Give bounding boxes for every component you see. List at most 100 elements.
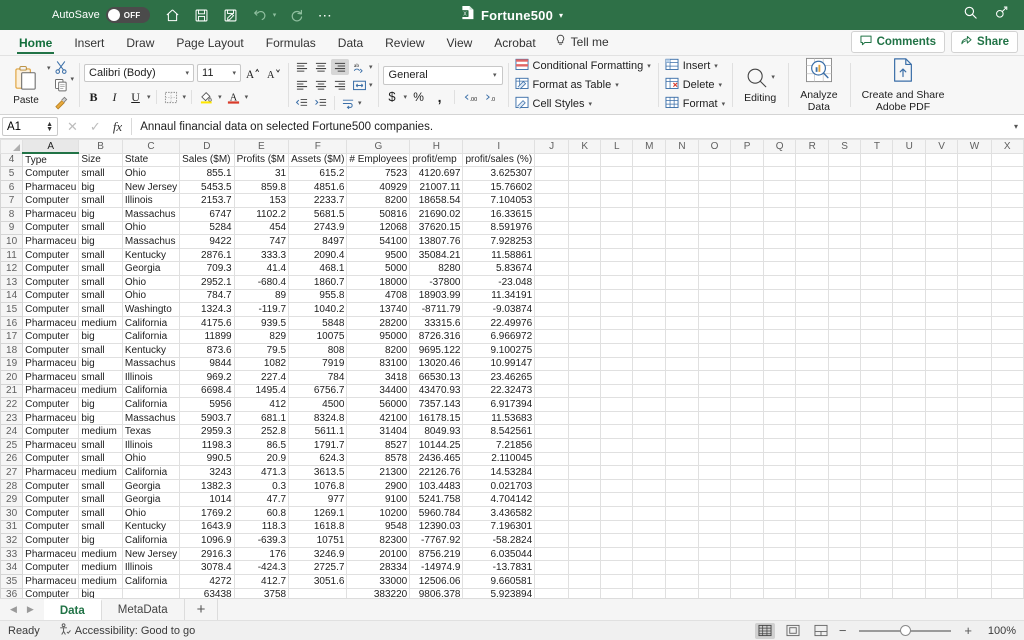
cell-I26[interactable]: 2.110045 [463,452,535,466]
cell-H17[interactable]: 8726.316 [410,330,463,344]
cell-I27[interactable]: 14.53284 [463,466,535,480]
cell-U9[interactable] [893,221,926,235]
cell-U4[interactable] [893,153,926,167]
cell-Q14[interactable] [763,289,796,303]
cell-A21[interactable]: Pharmaceu [23,384,79,398]
cell-S29[interactable] [828,493,860,507]
cell-K19[interactable] [569,357,601,371]
cell-J6[interactable] [535,180,569,194]
cell-E22[interactable]: 412 [234,398,288,412]
cell-C19[interactable]: Massachus [122,357,179,371]
cell-K32[interactable] [569,534,601,548]
cell-R4[interactable] [796,153,829,167]
cell-T16[interactable] [861,316,893,330]
cell-O11[interactable] [698,248,731,262]
cell-V10[interactable] [925,235,957,249]
cell-O21[interactable] [698,384,731,398]
cell-A12[interactable]: Computer [23,262,79,276]
cell-B29[interactable]: small [79,493,123,507]
cell-W31[interactable] [958,520,991,534]
cell-X35[interactable] [991,575,1023,589]
table-row[interactable]: 22ComputerbigCalifornia59564124500560007… [1,398,1024,412]
cell-C11[interactable]: Kentucky [122,248,179,262]
cell-G36[interactable]: 383220 [347,588,410,598]
cell-P8[interactable] [731,207,763,221]
cell-D29[interactable]: 1014 [180,493,234,507]
cell-K36[interactable] [569,588,601,598]
cell-S31[interactable] [828,520,860,534]
fill-color-chevron-down-icon[interactable]: ▾ [218,93,222,101]
share-button[interactable]: Share [951,31,1018,53]
cell-C24[interactable]: Texas [122,425,179,439]
cell-O6[interactable] [698,180,731,194]
name-box-spinner[interactable]: ▲▼ [46,122,53,132]
column-header-u[interactable]: U [893,140,926,154]
cell-K25[interactable] [569,439,601,453]
cell-V29[interactable] [925,493,957,507]
cell-V33[interactable] [925,547,957,561]
cell-L25[interactable] [601,439,633,453]
cell-H35[interactable]: 12506.06 [410,575,463,589]
cell-L11[interactable] [601,248,633,262]
cell-T5[interactable] [861,167,893,181]
cell-I6[interactable]: 15.76602 [463,180,535,194]
row-header-13[interactable]: 13 [1,275,23,289]
cell-M22[interactable] [633,398,666,412]
cell-O18[interactable] [698,343,731,357]
cell-W26[interactable] [958,452,991,466]
cell-O34[interactable] [698,561,731,575]
cell-E9[interactable]: 454 [234,221,288,235]
tell-me-box[interactable]: Tell me [547,31,617,55]
cell-C9[interactable]: Ohio [122,221,179,235]
cell-U7[interactable] [893,194,926,208]
cell-C33[interactable]: New Jersey [122,547,179,561]
cell-I13[interactable]: -23.048 [463,275,535,289]
cell-P15[interactable] [731,303,763,317]
table-row[interactable]: 36Computerbig6343837583832209806.3785.92… [1,588,1024,598]
cell-U23[interactable] [893,411,926,425]
cell-T25[interactable] [861,439,893,453]
cell-J26[interactable] [535,452,569,466]
cell-O36[interactable] [698,588,731,598]
cell-D32[interactable]: 1096.9 [180,534,234,548]
row-header-20[interactable]: 20 [1,371,23,385]
cell-H14[interactable]: 18903.99 [410,289,463,303]
cell-B9[interactable]: small [79,221,123,235]
cell-E18[interactable]: 79.5 [234,343,288,357]
cell-T34[interactable] [861,561,893,575]
cell-I5[interactable]: 3.625307 [463,167,535,181]
cell-Q15[interactable] [763,303,796,317]
cell-L14[interactable] [601,289,633,303]
cell-L23[interactable] [601,411,633,425]
cell-G4[interactable]: # Employees [347,153,410,167]
cell-I36[interactable]: 5.923894 [463,588,535,598]
cell-P10[interactable] [731,235,763,249]
cell-H19[interactable]: 13020.46 [410,357,463,371]
cell-O28[interactable] [698,479,731,493]
cell-P19[interactable] [731,357,763,371]
cell-U18[interactable] [893,343,926,357]
cell-C7[interactable]: Illinois [122,194,179,208]
cell-W13[interactable] [958,275,991,289]
cell-D9[interactable]: 5284 [180,221,234,235]
cell-B22[interactable]: big [79,398,123,412]
cell-P35[interactable] [731,575,763,589]
cell-R36[interactable] [796,588,829,598]
cell-I32[interactable]: -58.2824 [463,534,535,548]
cell-O16[interactable] [698,316,731,330]
cell-E17[interactable]: 829 [234,330,288,344]
cell-M21[interactable] [633,384,666,398]
cell-X31[interactable] [991,520,1023,534]
cell-C12[interactable]: Georgia [122,262,179,276]
cell-J12[interactable] [535,262,569,276]
cell-G16[interactable]: 28200 [347,316,410,330]
column-header-l[interactable]: L [601,140,633,154]
row-header-12[interactable]: 12 [1,262,23,276]
title-chevron-down-icon[interactable]: ▾ [559,11,563,20]
table-row[interactable]: 7ComputersmallIllinois2153.71532233.7820… [1,194,1024,208]
cell-T36[interactable] [861,588,893,598]
cell-D18[interactable]: 873.6 [180,343,234,357]
cell-P21[interactable] [731,384,763,398]
cell-X33[interactable] [991,547,1023,561]
cell-S7[interactable] [828,194,860,208]
